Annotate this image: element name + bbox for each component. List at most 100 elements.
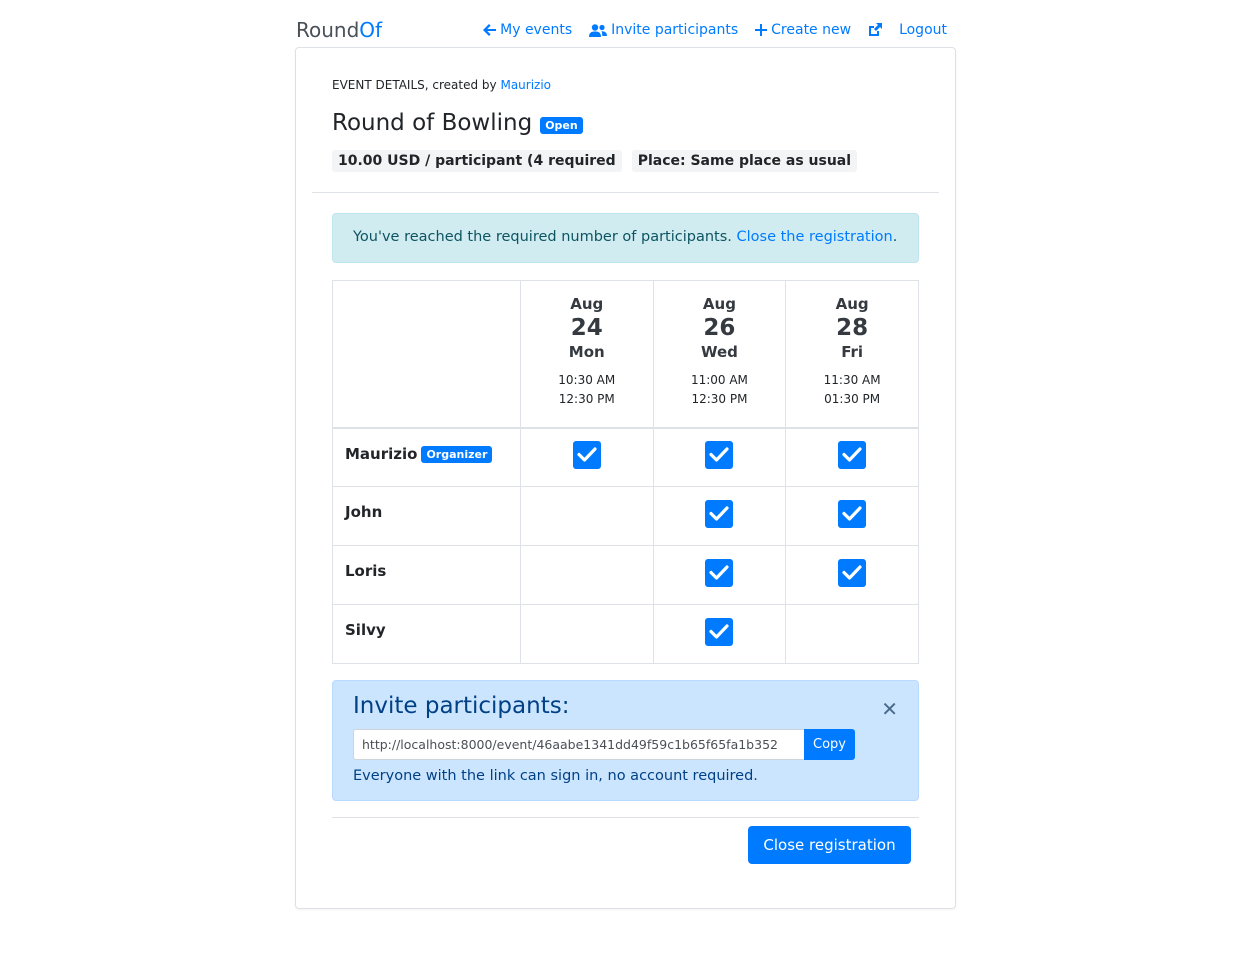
date-times: 11:30 AM 01:30 PM [786,371,918,409]
availability-checkbox[interactable] [838,441,867,470]
time-start: 11:00 AM [690,373,748,387]
nav-invite-label: Invite participants [611,22,739,38]
nav-logout[interactable]: Logout [899,22,947,38]
nav-external-link[interactable] [868,22,883,38]
alert-period: . [892,229,898,245]
status-badge: Open [540,116,583,134]
time-end: 01:30 PM [824,392,881,406]
table-corner [332,280,521,429]
nav-my-events-label: My events [500,22,573,38]
table-row: Maurizio Organizer [332,427,919,487]
participant-name-cell: Loris [332,545,521,605]
date-day: 26 [703,315,736,341]
invite-note: Everyone with the link can sign in, no a… [353,768,758,784]
availability-cell [785,427,919,487]
time-start: 11:30 AM [823,373,881,387]
copy-button[interactable]: Copy [804,729,855,760]
check-icon [842,565,862,580]
check-icon [842,447,862,462]
price-chip: 10.00 USD / participant (4 required [332,150,622,172]
invite-panel: Invite participants: ✕ Copy Everyone wit… [332,680,919,801]
availability-cell[interactable] [519,545,654,605]
availability-cell[interactable] [519,604,654,664]
invite-title: Invite participants: [353,693,570,719]
table-row: Loris [332,545,919,605]
availability-cell [785,486,919,546]
availability-checkbox[interactable] [572,441,601,470]
nav-invite-participants[interactable]: Invite participants [589,22,738,38]
invite-link-input[interactable] [353,729,804,760]
table-row: John [332,486,919,546]
check-icon [842,506,862,521]
date-day: 28 [836,315,869,341]
created-prefix: EVENT DETAILS, created by [332,78,497,92]
event-created-line: EVENT DETAILS, created by Maurizio [332,78,551,92]
table-row: Silvy [332,604,919,664]
divider [312,192,939,193]
close-registration-button[interactable]: Close registration [748,826,911,864]
event-card: EVENT DETAILS, created by Maurizio Round… [295,47,956,909]
check-icon [709,506,730,521]
availability-checkbox[interactable] [705,441,734,470]
creator-link[interactable]: Maurizio [500,78,551,92]
availability-cell [519,427,654,487]
availability-checkbox[interactable] [705,618,734,646]
availability-cell [652,427,787,487]
availability-checkbox[interactable] [705,559,734,587]
logo-round: Round [296,18,360,42]
availability-cell [652,604,787,664]
close-icon[interactable]: ✕ [881,697,898,721]
date-day: 24 [570,315,603,341]
date-month: Aug [570,295,604,313]
required-reached-alert: You've reached the required number of pa… [332,213,919,263]
date-column-2: Aug 28 Fri 11:30 AM 01:30 PM [785,280,919,429]
nav-create-new[interactable]: Create new [755,22,851,38]
plus-icon [755,24,768,36]
time-end: 12:30 PM [691,392,748,406]
date-column-1: Aug 26 Wed 11:00 AM 12:30 PM [652,280,787,429]
check-icon [577,447,597,462]
participant-name-cell: Maurizio Organizer [332,427,521,487]
place-chip: Place: Same place as usual [631,150,858,172]
invite-link-row: Copy [353,729,855,760]
nav-logout-label: Logout [899,22,947,38]
availability-cell[interactable] [519,486,654,546]
availability-checkbox[interactable] [838,559,867,587]
participant-name: Maurizio [345,444,418,463]
availability-cell[interactable] [785,604,919,664]
external-link-icon [869,23,883,36]
date-month: Aug [835,295,869,313]
date-weekday: Wed [700,343,738,361]
event-title-row: Round of Bowling Open [332,110,583,136]
date-column-0: Aug 24 Mon 10:30 AM 12:30 PM [519,280,654,429]
participant-name: Loris [345,562,387,580]
date-weekday: Mon [568,343,605,361]
time-end: 12:30 PM [558,392,615,406]
availability-cell [652,545,787,605]
top-nav: My events Invite participants Create new… [483,22,947,38]
availability-checkbox[interactable] [838,500,867,528]
participant-rows: Maurizio Organizer John Loris Silvy [332,427,919,664]
event-info-chips: 10.00 USD / participant (4 required Plac… [332,150,858,172]
time-start: 10:30 AM [558,373,616,387]
participant-name-cell: John [332,486,521,546]
event-title: Round of Bowling [332,110,533,136]
nav-my-events[interactable]: My events [483,22,572,38]
users-icon [589,23,608,37]
app-logo[interactable]: RoundOf [296,18,382,42]
date-times: 11:00 AM 12:30 PM [654,371,786,409]
alert-text: You've reached the required number of pa… [353,229,732,245]
check-icon [709,624,730,639]
date-month: Aug [702,295,736,313]
participant-name-cell: Silvy [332,604,521,664]
availability-cell [785,545,919,605]
check-icon [709,565,730,580]
close-registration-link[interactable]: Close the registration [737,229,893,245]
participant-name: John [345,503,383,521]
footer-divider [332,817,919,818]
availability-checkbox[interactable] [705,500,734,528]
nav-create-label: Create new [771,22,852,38]
availability-cell [652,486,787,546]
participant-name: Silvy [345,621,386,639]
date-weekday: Fri [841,343,864,361]
